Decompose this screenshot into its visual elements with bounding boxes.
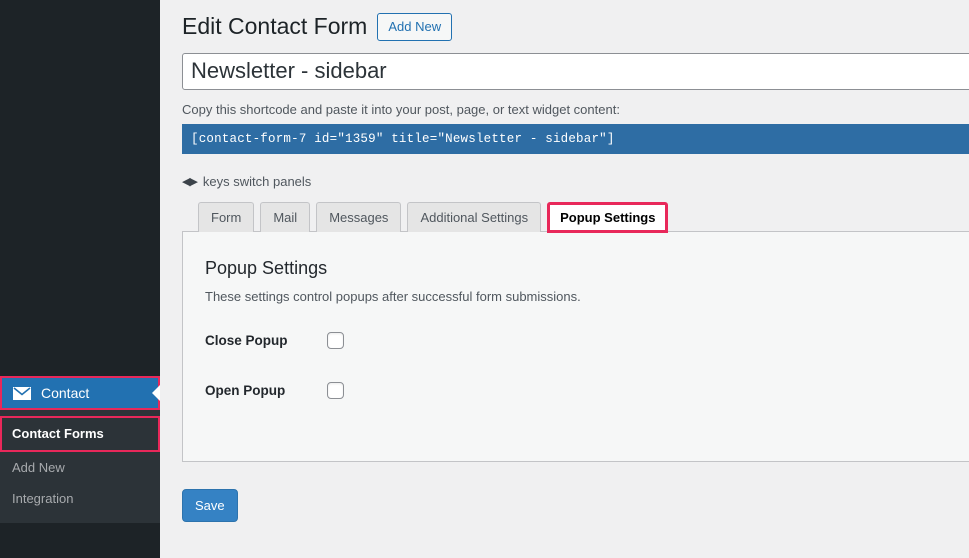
field-row-open-popup: Open Popup <box>205 382 969 400</box>
shortcode-description: Copy this shortcode and paste it into yo… <box>182 101 620 117</box>
sidebar-top-spacer <box>0 0 160 376</box>
tab-additional-settings[interactable]: Additional Settings <box>407 201 542 232</box>
sidebar-submenu: Contact Forms Add New Integration <box>0 410 160 523</box>
sidebar-item-contact[interactable]: Contact <box>0 376 160 410</box>
save-button[interactable]: Save <box>182 488 238 522</box>
tab-form[interactable]: Form <box>198 201 255 232</box>
tab-mail[interactable]: Mail <box>260 201 311 232</box>
open-popup-label: Open Popup <box>205 383 286 399</box>
left-right-arrows-icon: ◀▶ <box>182 175 198 188</box>
sidebar-item-integration[interactable]: Integration <box>0 483 160 515</box>
sidebar-item-contact-label: Contact <box>41 385 90 401</box>
close-popup-label: Close Popup <box>205 333 288 349</box>
wp-admin-screen: Contact Contact Forms Add New Integratio… <box>0 0 969 558</box>
page-header: Edit Contact Form Add New <box>182 0 969 42</box>
shortcode-value[interactable]: [contact-form-7 id="1359" title="Newslet… <box>182 123 969 154</box>
admin-sidebar: Contact Contact Forms Add New Integratio… <box>0 0 160 558</box>
sidebar-item-add-new[interactable]: Add New <box>0 452 160 484</box>
tab-popup-settings[interactable]: Popup Settings <box>547 201 669 233</box>
popup-settings-panel: Popup Settings These settings control po… <box>182 230 969 462</box>
form-title-input[interactable] <box>182 52 969 90</box>
sidebar-item-contact-forms[interactable]: Contact Forms <box>0 416 160 452</box>
keys-switch-panels-label: keys switch panels <box>202 173 312 189</box>
main-content: Edit Contact Form Add New Copy this shor… <box>160 0 969 558</box>
add-new-button[interactable]: Add New <box>377 12 453 41</box>
open-popup-checkbox[interactable] <box>327 382 344 400</box>
keys-switch-panels-hint: ◀▶ keys switch panels <box>182 174 969 189</box>
tab-messages[interactable]: Messages <box>316 201 402 232</box>
panel-heading: Popup Settings <box>205 257 328 278</box>
panel-description: These settings control popups after succ… <box>205 289 581 305</box>
submenu-arrow-icon <box>152 385 160 401</box>
page-title: Edit Contact Form <box>182 13 368 39</box>
mail-envelope-icon <box>12 383 32 403</box>
panel-tabs: Form Mail Messages Additional Settings P… <box>182 201 969 233</box>
field-row-close-popup: Close Popup <box>205 332 969 350</box>
close-popup-checkbox[interactable] <box>327 332 344 350</box>
